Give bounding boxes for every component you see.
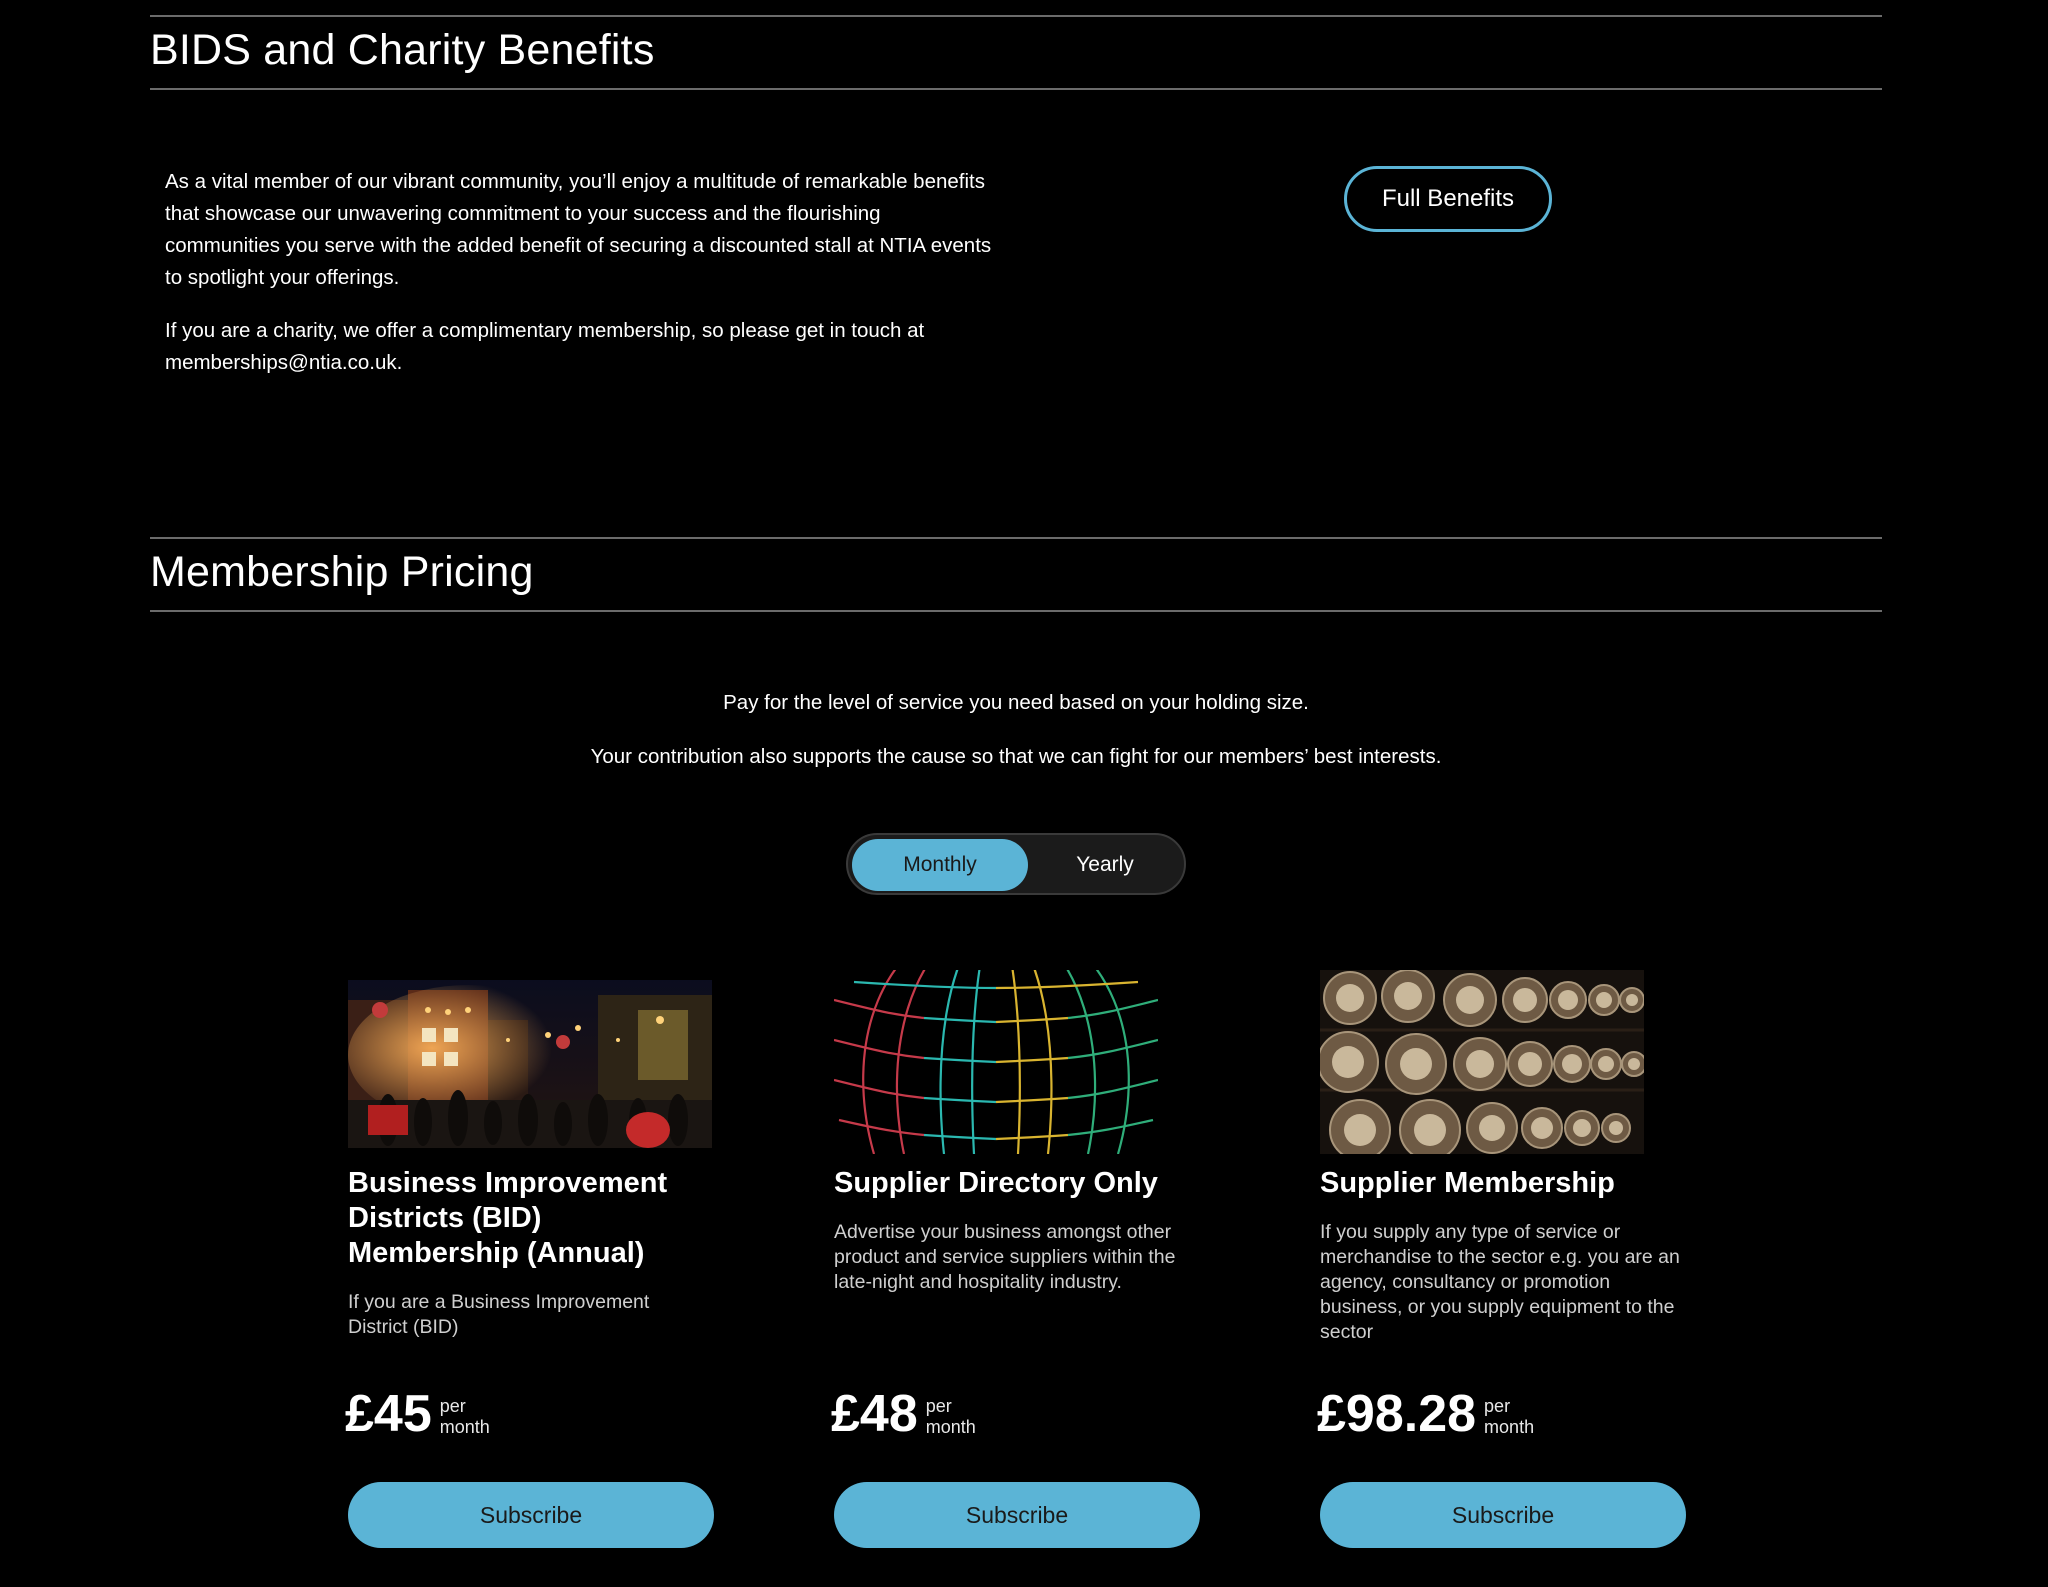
plan-title: Supplier Membership bbox=[1320, 1167, 1615, 1199]
billing-period-toggle: Monthly Yearly bbox=[846, 833, 1186, 895]
pricing-intro-line-2: Your contribution also supports the caus… bbox=[590, 745, 1442, 768]
price-month-label: month bbox=[1484, 1417, 1535, 1437]
plan-price: £98.28 per month bbox=[1317, 1388, 1534, 1440]
plan-card-supplier-membership: Supplier Membership If you supply any ty… bbox=[1317, 970, 1686, 1550]
subscribe-button[interactable]: Subscribe bbox=[348, 1482, 714, 1548]
plan-description: If you are a Business Improvement Distri… bbox=[348, 1291, 650, 1338]
pricing-intro-line-1: Pay for the level of service you need ba… bbox=[723, 691, 1309, 714]
section-top-divider bbox=[150, 15, 1882, 17]
price-month-label: month bbox=[925, 1417, 976, 1437]
subscribe-button[interactable]: Subscribe bbox=[1320, 1482, 1686, 1548]
plan-card-bid: Business Improvement Districts (BID) Mem… bbox=[345, 970, 714, 1550]
price-amount: £98.28 bbox=[1317, 1385, 1477, 1443]
price-amount: £48 bbox=[831, 1385, 918, 1443]
pricing-title-divider bbox=[150, 610, 1882, 612]
price-per-label: per bbox=[925, 1396, 952, 1416]
plan-image-globe-grid bbox=[834, 970, 1158, 1154]
plan-title: Supplier Directory Only bbox=[834, 1167, 1158, 1199]
plan-description: If you supply any type of service or mer… bbox=[1320, 1221, 1680, 1343]
plan-card-supplier-directory: Supplier Directory Only Advertise your b… bbox=[831, 970, 1200, 1550]
price-period: per month bbox=[440, 1396, 490, 1438]
plan-title: Business Improvement Districts (BID) Mem… bbox=[348, 1167, 668, 1269]
bids-section-title: BIDS and Charity Benefits bbox=[150, 26, 655, 74]
price-period: per month bbox=[1484, 1396, 1534, 1438]
price-per-label: per bbox=[1484, 1396, 1511, 1416]
plan-image-barrels bbox=[1320, 970, 1644, 1154]
full-benefits-button[interactable]: Full Benefits bbox=[1344, 166, 1552, 232]
toggle-monthly[interactable]: Monthly bbox=[852, 839, 1028, 891]
bids-title-divider bbox=[150, 88, 1882, 90]
toggle-yearly[interactable]: Yearly bbox=[1028, 839, 1182, 891]
price-month-label: month bbox=[439, 1417, 490, 1437]
bids-benefits-paragraph: As a vital member of our vibrant communi… bbox=[165, 170, 992, 289]
plan-description: Advertise your business amongst other pr… bbox=[834, 1221, 1176, 1293]
pricing-top-divider bbox=[150, 537, 1882, 539]
pricing-section-title: Membership Pricing bbox=[150, 548, 534, 596]
price-amount: £45 bbox=[345, 1385, 432, 1443]
price-period: per month bbox=[926, 1396, 976, 1438]
plan-price: £48 per month bbox=[831, 1388, 976, 1440]
charity-membership-paragraph: If you are a charity, we offer a complim… bbox=[165, 319, 925, 374]
plan-image-night-street bbox=[348, 980, 712, 1148]
price-per-label: per bbox=[439, 1396, 466, 1416]
subscribe-button[interactable]: Subscribe bbox=[834, 1482, 1200, 1548]
plan-price: £45 per month bbox=[345, 1388, 490, 1440]
